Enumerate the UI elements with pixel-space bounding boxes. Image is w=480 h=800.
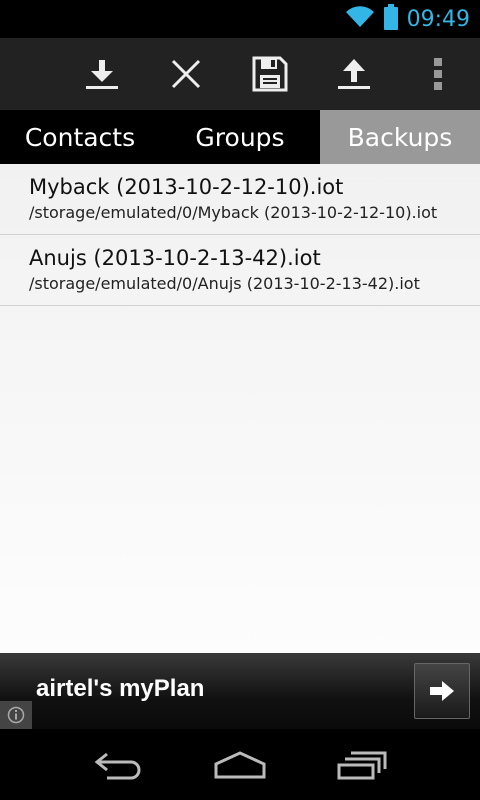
back-button[interactable] [80, 729, 160, 800]
arrow-right-icon [430, 681, 454, 701]
ad-banner[interactable]: airtel's myPlan [0, 653, 480, 729]
tab-label: Groups [195, 122, 285, 152]
ad-arrow-button[interactable] [414, 663, 470, 719]
status-bar: 09:49 [0, 0, 480, 38]
recent-apps-icon [337, 751, 387, 779]
save-icon [252, 56, 288, 92]
upload-icon [338, 59, 370, 89]
battery-icon [383, 4, 399, 34]
tab-bar: Contacts Groups Backups [0, 110, 480, 164]
backup-list: Myback (2013-10-2-12-10).iot /storage/em… [0, 164, 480, 653]
wifi-icon [345, 5, 375, 33]
ad-text: airtel's myPlan [36, 675, 205, 702]
backup-path: /storage/emulated/0/Myback (2013-10-2-12… [29, 203, 438, 222]
list-item[interactable]: Anujs (2013-10-2-13-42).iot /storage/emu… [0, 235, 480, 306]
save-button[interactable] [238, 38, 302, 110]
delete-button[interactable] [154, 38, 218, 110]
download-button[interactable] [70, 38, 134, 110]
tab-label: Contacts [24, 122, 136, 152]
overflow-menu-icon [434, 58, 442, 90]
tab-backups[interactable]: Backups [320, 110, 480, 164]
ad-info-button[interactable] [0, 701, 32, 729]
back-icon [94, 752, 141, 779]
close-icon [171, 59, 201, 89]
tab-groups[interactable]: Groups [160, 110, 320, 164]
recent-apps-button[interactable] [322, 729, 402, 800]
overflow-menu-button[interactable] [406, 38, 470, 110]
list-item[interactable]: Myback (2013-10-2-12-10).iot /storage/em… [0, 164, 480, 235]
backup-title: Myback (2013-10-2-12-10).iot [29, 175, 344, 199]
tab-contacts[interactable]: Contacts [0, 110, 160, 164]
info-icon [7, 706, 25, 724]
backup-title: Anujs (2013-10-2-13-42).iot [29, 246, 321, 270]
navigation-bar [0, 729, 480, 800]
home-icon [214, 750, 266, 778]
action-bar [0, 38, 480, 110]
clock: 09:49 [406, 6, 470, 32]
download-icon [86, 60, 118, 89]
tab-label: Backups [347, 122, 453, 152]
backup-path: /storage/emulated/0/Anujs (2013-10-2-13-… [29, 274, 420, 293]
home-button[interactable] [200, 729, 280, 800]
upload-button[interactable] [322, 38, 386, 110]
